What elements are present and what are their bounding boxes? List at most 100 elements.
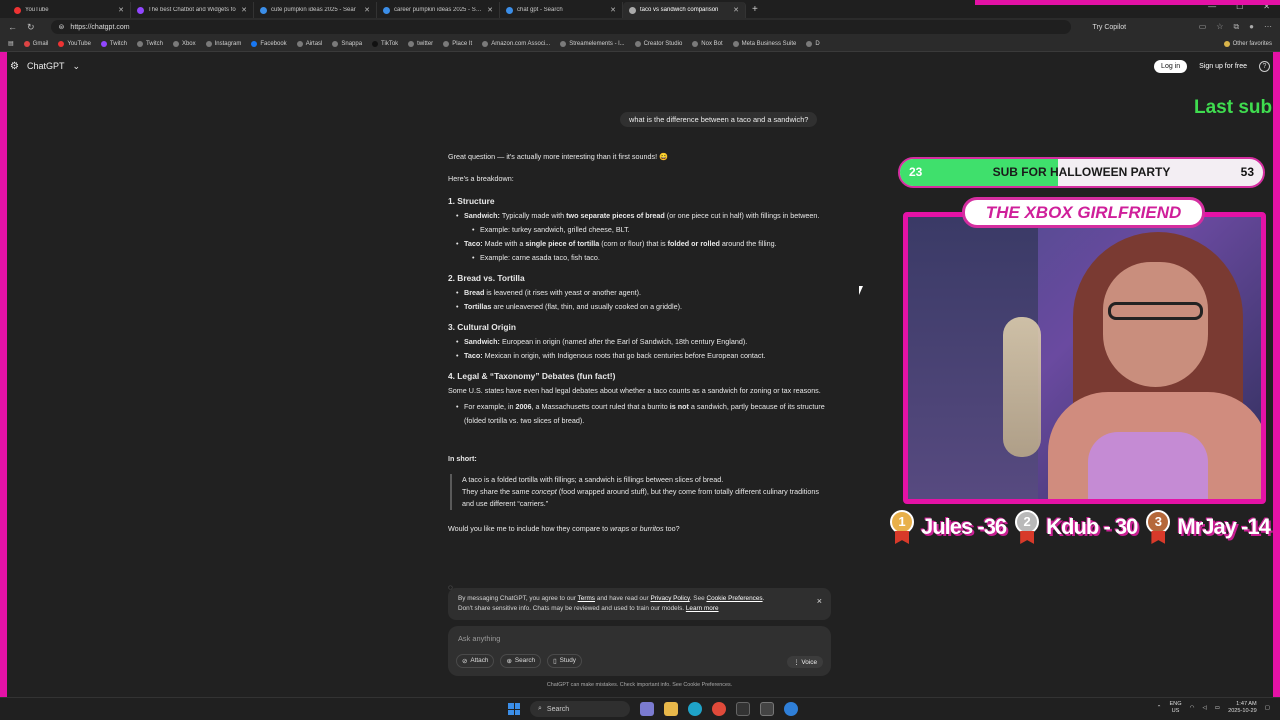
search-button[interactable]: ⊕ Search xyxy=(500,654,542,668)
brand-name: ChatGPT xyxy=(26,61,65,71)
bookmark-item[interactable]: Airtasl xyxy=(296,40,322,47)
overlay-border-top xyxy=(975,0,1280,5)
tab-cute-pumpkin[interactable]: cute pumpkin ideas 2025 - Sear ✕ xyxy=(254,2,377,18)
blockquote: A taco is a folded tortilla with filling… xyxy=(450,474,830,510)
widgets-icon[interactable] xyxy=(640,702,654,716)
learn-more-link[interactable]: Learn more xyxy=(686,605,719,612)
wifi-icon[interactable]: ◠ xyxy=(1190,705,1195,711)
gold-medal-icon: 1 xyxy=(887,510,917,544)
privacy-link[interactable]: Privacy Policy xyxy=(650,595,689,602)
section-heading: 1. Structure xyxy=(448,196,495,206)
voice-button[interactable]: ⋮ Voice xyxy=(787,656,823,668)
favorites-icon[interactable]: ☆ xyxy=(1216,22,1223,32)
tab-chatgpt-search[interactable]: chat gpt - Search ✕ xyxy=(500,2,623,18)
try-copilot-button[interactable]: Try Copilot xyxy=(1093,24,1127,31)
language-indicator[interactable]: ENG US xyxy=(1169,701,1181,715)
signup-button[interactable]: Sign up for free xyxy=(1195,60,1251,73)
address-bar-row: ← ↻ ⊜ https://chatgpt.com Try Copilot ▭ … xyxy=(0,18,1280,36)
paperclip-icon: ⊘ xyxy=(462,658,468,665)
windows-taskbar: ⌕ Search ⌃ ENG US ◠ ◁ ▭ 1:47 AM 2025-10-29 … xyxy=(0,697,1280,720)
bookmark-item[interactable]: Streamelements - l... xyxy=(560,40,625,47)
refresh-icon[interactable]: ↻ xyxy=(27,22,35,33)
tab-youtube[interactable]: YouTube ✕ xyxy=(8,2,131,18)
bookmark-item[interactable]: twitter xyxy=(408,40,433,47)
terms-link[interactable]: Terms xyxy=(578,595,595,602)
tab-taco-vs-sandwich[interactable]: taco vs sandwich comparison ✕ xyxy=(623,2,746,18)
bookmark-item[interactable]: YouTube xyxy=(58,40,91,47)
ask-anything-input[interactable]: Ask anything xyxy=(458,634,821,643)
login-button[interactable]: Log in xyxy=(1154,59,1188,73)
bookmark-item[interactable]: Xbox xyxy=(172,40,196,47)
section-heading: 2. Bread vs. Tortilla xyxy=(448,273,525,283)
last-sub-ticker: Last sub xyxy=(1194,97,1273,118)
profile-icon[interactable]: ● xyxy=(1249,22,1254,32)
close-icon[interactable]: ✕ xyxy=(487,6,493,14)
battery-icon[interactable]: ▭ xyxy=(1215,705,1220,711)
close-icon[interactable]: ✕ xyxy=(364,6,370,14)
bookmarks-menu-icon[interactable]: ▤ xyxy=(8,40,14,47)
bookmark-item[interactable]: Nox Bot xyxy=(692,40,723,47)
split-screen-icon[interactable]: ▭ xyxy=(1199,22,1207,32)
bookmark-item[interactable]: Meta Business Suite xyxy=(732,40,796,47)
bookmark-item[interactable]: Gmail xyxy=(23,40,48,47)
more-icon[interactable]: ⋯ xyxy=(1264,22,1272,32)
terminal-icon[interactable] xyxy=(736,702,750,716)
header-actions: Log in Sign up for free ? xyxy=(1154,59,1270,73)
volume-icon[interactable]: ◁ xyxy=(1202,705,1206,711)
obs-icon[interactable] xyxy=(760,702,774,716)
in-short-heading: In short: xyxy=(448,454,477,463)
globe-icon xyxy=(296,40,303,47)
assistant-message: Great question — it's actually more inte… xyxy=(448,150,830,544)
bookmark-item[interactable]: Instagram xyxy=(205,40,241,47)
bookmark-item[interactable]: D xyxy=(806,40,820,47)
search-icon xyxy=(383,6,390,14)
cookie-preferences-link[interactable]: Cookie Preferences xyxy=(706,595,762,602)
disclaimer: ChatGPT can make mistakes. Check importa… xyxy=(546,682,733,688)
bookmark-item[interactable]: Twitch xyxy=(100,40,127,47)
bookmark-item[interactable]: Snappa xyxy=(332,40,362,47)
study-button[interactable]: ▯ Study xyxy=(547,654,582,668)
new-tab-button[interactable]: + xyxy=(746,2,764,18)
tab-career-pumpkin[interactable]: career pumpkin ideas 2025 - Sear ✕ xyxy=(377,2,500,18)
bookmark-item[interactable]: Place It xyxy=(443,40,472,47)
close-icon[interactable]: × xyxy=(817,596,822,606)
close-icon[interactable]: ✕ xyxy=(241,6,247,14)
windows-start-icon[interactable] xyxy=(508,703,520,715)
leader-entry: Kdub - 30 xyxy=(1046,514,1138,539)
list-item: Sandwich: Typically made with two separa… xyxy=(448,209,830,223)
app-icon[interactable] xyxy=(784,702,798,716)
close-icon[interactable]: ✕ xyxy=(610,6,616,14)
clock[interactable]: 1:47 AM 2025-10-29 xyxy=(1228,701,1257,715)
file-explorer-icon[interactable] xyxy=(664,702,678,716)
model-selector[interactable]: ⚙ ChatGPT ⌄ xyxy=(10,61,80,72)
streamer-top xyxy=(1088,432,1208,499)
facebook-icon xyxy=(251,40,258,47)
taskbar-search[interactable]: ⌕ Search xyxy=(530,701,630,717)
sub-leaderboard: 1 Jules -36 2 Kdub - 30 3 MrJay -14 xyxy=(887,510,1272,544)
help-icon[interactable]: ? xyxy=(1259,60,1270,72)
url-field[interactable]: ⊜ https://chatgpt.com xyxy=(50,20,1071,34)
medal-ribbon xyxy=(1151,531,1166,544)
close-icon[interactable]: ✕ xyxy=(118,6,124,14)
attach-button[interactable]: ⊘ Attach xyxy=(456,654,495,668)
bookmark-item[interactable]: TikTok xyxy=(372,40,398,47)
bookmark-item[interactable]: Amazon.com Associ... xyxy=(482,40,550,47)
site-info-icon[interactable]: ⊜ xyxy=(59,23,65,31)
message-composer[interactable]: Ask anything ⊘ Attach ⊕ Search ▯ Study ⋮ Vo… xyxy=(448,626,831,676)
notification-icon[interactable]: ▢ xyxy=(1265,705,1270,711)
close-icon[interactable]: ✕ xyxy=(733,6,739,14)
extensions-icon[interactable]: ⧉ xyxy=(1233,22,1239,32)
overlay-border-right xyxy=(1273,52,1280,697)
chatgpt-icon xyxy=(629,6,636,14)
cookie-line-2: Don't share sensitive info. Chats may be… xyxy=(458,605,719,612)
bookmark-item[interactable]: Twitch xyxy=(136,40,163,47)
tab-chatbot-widgets[interactable]: The best Chatbot and Widgets fo ✕ xyxy=(131,2,254,18)
chevron-up-icon[interactable]: ⌃ xyxy=(1157,705,1162,711)
edge-icon[interactable] xyxy=(688,702,702,716)
back-icon[interactable]: ← xyxy=(8,22,17,32)
list-item: Tortillas are unleavened (flat, thin, an… xyxy=(448,300,830,314)
bookmark-item[interactable]: Creator Studio xyxy=(634,40,682,47)
bookmark-item[interactable]: Facebook xyxy=(251,40,287,47)
chrome-icon[interactable] xyxy=(712,702,726,716)
other-favorites[interactable]: Other favorites xyxy=(1223,40,1272,47)
